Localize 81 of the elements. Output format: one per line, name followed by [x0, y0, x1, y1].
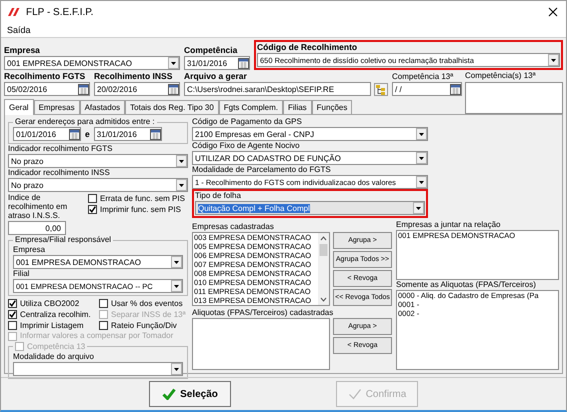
tab[interactable]: Geral — [4, 99, 34, 115]
field-label: Arquivo a gerar — [184, 71, 248, 82]
window-title: FLP - S.E.F.I.P. — [26, 6, 94, 18]
number-field[interactable]: 0,00 — [8, 221, 66, 235]
list-box[interactable] — [192, 318, 330, 370]
path-field[interactable]: C:\Users\rodnei.saran\Desktop\SEFIP.RE — [184, 82, 371, 96]
field-label: Somente as Aliquotas (FPAS/Terceiros) — [396, 280, 537, 290]
tab[interactable]: Fgts Complem. — [218, 100, 283, 114]
tab[interactable]: Funções — [312, 100, 352, 114]
field-label: Competência — [184, 45, 238, 56]
date-field[interactable]: 31/01/2016 — [184, 56, 250, 70]
dropdown[interactable]: 001 EMPRESA DEMONSTRACAO — [4, 56, 180, 70]
calendar-icon[interactable] — [450, 84, 461, 94]
checkbox-label: Imprimir Listagem — [20, 320, 84, 330]
calendar-icon[interactable] — [150, 128, 161, 140]
tree-icon[interactable] — [374, 82, 388, 96]
tab[interactable]: Filias — [283, 100, 312, 114]
tab[interactable]: Totais dos Reg. Tipo 30 — [125, 100, 219, 114]
group-title: Empresa/Filial responsável — [14, 235, 112, 245]
field-label: Empresas cadastradas — [192, 222, 275, 232]
scrollbar[interactable] — [318, 233, 329, 305]
field-label: Indicador recolhimento INSS — [8, 168, 111, 178]
group-title: Gerar endereços para admitidos entre : — [14, 117, 156, 127]
field-label: Tipo de folha — [195, 191, 241, 200]
dropdown[interactable]: 2100 Empresas em Geral - CNPJ — [192, 127, 428, 141]
field-label: Aliquotas (FPAS/Terceiros) cadastradas — [192, 308, 334, 318]
calendar-icon[interactable] — [238, 58, 249, 68]
date-field[interactable]: / / — [392, 82, 462, 96]
dropdown[interactable]: No prazo — [8, 154, 188, 168]
menu-item[interactable]: Saída — [7, 25, 31, 35]
field-label: Indice de recolhimento em atraso I.N.S.S. — [8, 193, 68, 220]
field-label: Competência(s) 13ª — [465, 71, 537, 81]
checkbox-label: Separar INSS de 13ª — [111, 310, 186, 320]
field-label: Recolhimento FGTS — [4, 71, 86, 82]
dropdown[interactable]: UTILIZAR DO CADASTRO DE FUNÇÃO — [192, 151, 428, 165]
checkbox-label: Centraliza recolhim. — [20, 310, 91, 320]
field-label: Modalidade do arquivo — [13, 352, 94, 361]
list-box[interactable] — [465, 82, 563, 114]
calendar-icon[interactable] — [168, 84, 179, 94]
checkbox-label: Imprimir func. sem PIS — [100, 204, 181, 214]
tab[interactable]: Empresas — [34, 100, 80, 114]
calendar-icon[interactable] — [69, 128, 80, 140]
dropdown[interactable]: Quitação Compl + Folha Compl — [195, 201, 425, 215]
field-label: Modalidade de Parcelamento do FGTS — [192, 165, 332, 175]
field-label: Competência 13ª — [392, 72, 454, 82]
field-label: Empresa — [13, 245, 46, 254]
conjunction-label: e — [85, 128, 90, 140]
checkbox[interactable] — [99, 321, 108, 330]
checkbox-label: Usar % dos eventos — [111, 298, 183, 308]
checkbox[interactable] — [8, 321, 17, 330]
checkbox[interactable] — [88, 205, 97, 214]
dropdown[interactable]: 001 EMPRESA DEMONSTRACAO — [13, 255, 183, 269]
date-field[interactable]: 20/02/2016 — [94, 82, 180, 96]
checkbox[interactable] — [8, 310, 17, 319]
field-label: Recolhimento INSS — [94, 71, 174, 82]
field-label: Código de Pagamento da GPS — [192, 117, 303, 127]
check-icon — [162, 388, 176, 400]
dropdown[interactable]: No prazo — [8, 178, 188, 192]
logo-icon — [7, 7, 21, 17]
checkbox-label: Utiliza CBO2002 — [20, 298, 80, 308]
calendar-icon[interactable] — [78, 84, 89, 94]
field-label: Empresa — [4, 45, 41, 56]
checkbox[interactable] — [99, 299, 108, 308]
close-icon[interactable] — [548, 7, 558, 17]
field-label: Código de Recolhimento — [257, 42, 358, 52]
check-icon — [348, 388, 362, 400]
field-label: Código Fixo de Agente Nocivo — [192, 141, 301, 151]
checkbox-label: Informar valores a compensar por Tomador — [20, 331, 174, 341]
checkbox[interactable] — [8, 299, 17, 308]
tab[interactable]: Afastados — [80, 100, 126, 114]
date-field[interactable]: 01/01/2016 — [13, 127, 81, 141]
checkbox-label: Rateio Função/Div — [111, 320, 177, 330]
field-label: Filial — [13, 269, 30, 278]
button[interactable]: Seleção — [149, 381, 231, 407]
field-label: Empresas a juntar na relação — [396, 220, 502, 230]
checkbox[interactable] — [88, 194, 97, 203]
field-label: Indicador recolhimento FGTS — [8, 144, 114, 154]
checkbox-label: Competência 13 — [27, 342, 86, 352]
checkbox-label: Errata de func. sem PIS — [100, 194, 185, 204]
date-field[interactable]: 05/02/2016 — [4, 82, 90, 96]
date-field[interactable]: 31/01/2016 — [94, 127, 162, 141]
